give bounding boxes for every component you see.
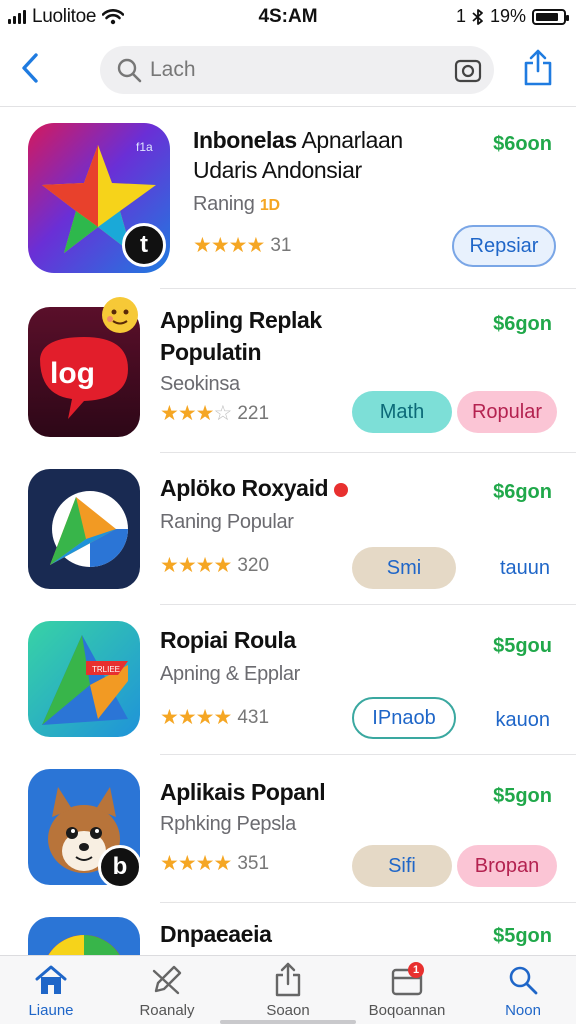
nav-bar xyxy=(0,40,576,104)
chevron-left-icon xyxy=(22,53,38,83)
list-item[interactable]: log Appling Replak Populatin Seokinsa ★★… xyxy=(0,289,576,453)
app-title: Ropiai Roula xyxy=(160,627,296,653)
app-title-light: Apnarlaan xyxy=(296,127,403,153)
search-bar[interactable] xyxy=(100,46,494,94)
app-title-bold: Inbonelas xyxy=(193,127,297,153)
tab-noon[interactable]: Noon xyxy=(468,962,576,1019)
repsiar-button[interactable]: Repsiar xyxy=(452,225,556,267)
list-item[interactable]: TRLIEE Ropiai Roula Apning & Epplar ★★★★… xyxy=(0,605,576,755)
battery-fill xyxy=(536,12,559,21)
app-price: $6oon xyxy=(493,133,552,155)
app-icon-play xyxy=(28,469,140,589)
app-title-line2: Populatin xyxy=(160,339,262,365)
rating-count: 431 xyxy=(237,706,270,728)
app-subtitle-text: Raning xyxy=(193,193,255,215)
bluetooth-icon xyxy=(472,8,483,25)
app-price: $6gon xyxy=(493,481,552,503)
math-tag[interactable]: Math xyxy=(352,391,452,433)
app-subtitle: Raning 1D xyxy=(193,193,280,216)
share-icon xyxy=(275,962,301,997)
tab-roanaly[interactable]: Roanaly xyxy=(112,962,222,1019)
app-subtitle: Seokinsa xyxy=(160,373,240,395)
search-icon xyxy=(117,58,142,83)
rating-count: 351 xyxy=(237,852,270,874)
kauon-link[interactable]: kauon xyxy=(496,709,551,732)
search-input[interactable] xyxy=(150,58,430,82)
tab-label: Roanaly xyxy=(139,1002,195,1019)
camera-button[interactable] xyxy=(454,56,482,84)
app-subtitle: Rphking Pepsla xyxy=(160,813,296,835)
list-item[interactable]: Dnpaeaeia $5gon xyxy=(0,903,576,955)
app-price: $6gon xyxy=(493,313,552,335)
list-item[interactable]: b Aplikais Popanl Rphking Pepsla ★★★★ 35… xyxy=(0,755,576,903)
search-icon xyxy=(509,966,538,995)
app-rating: ★★★☆ 221 xyxy=(160,401,269,426)
app-title: Inbonelas Apnarlaan xyxy=(193,125,403,155)
icon-text: TRLIEE xyxy=(92,665,120,674)
list-item[interactable]: Aplöko Roxyaid Raning Popular ★★★★ 320 $… xyxy=(0,453,576,605)
app-icon-wheel xyxy=(28,917,140,955)
svg-text:log: log xyxy=(50,357,95,390)
smi-tag[interactable]: Smi xyxy=(352,547,456,589)
list-item[interactable]: f1a t Inbonelas Apnarlaan Udaris Andonsi… xyxy=(0,107,576,289)
app-subtitle: Apning & Epplar xyxy=(160,663,301,685)
app-title: Dnpaeaeia xyxy=(160,921,272,947)
pen-icon xyxy=(152,965,182,995)
app-list: f1a t Inbonelas Apnarlaan Udaris Andonsi… xyxy=(0,107,576,955)
app-badge: b xyxy=(98,845,142,889)
rating-count: 31 xyxy=(270,234,292,256)
camera-icon xyxy=(454,59,482,83)
rating-stars: ★★★★ xyxy=(160,554,232,577)
tab-home[interactable]: Liaune xyxy=(0,962,106,1019)
app-title-line2: Udaris Andonsiar xyxy=(193,157,362,183)
battery-percent: 19% xyxy=(489,6,526,26)
rating-count: 221 xyxy=(237,402,270,424)
app-title: Aplöko Roxyaid xyxy=(160,473,349,503)
app-price: $5gon xyxy=(493,785,552,807)
home-icon xyxy=(35,965,67,994)
rating-stars: ★★★☆ xyxy=(160,402,232,425)
notification-badge: 1 xyxy=(408,962,424,978)
app-rating: ★★★★ 31 xyxy=(193,233,291,258)
app-rating: ★★★★ 351 xyxy=(160,851,269,876)
status-right: 1 19% xyxy=(455,6,569,27)
app-title: Aplikais Popanl xyxy=(160,779,326,805)
bropan-tag[interactable]: Bropan xyxy=(457,845,557,887)
sifi-tag[interactable]: Sifi xyxy=(352,845,452,887)
app-badge: t xyxy=(122,223,166,267)
tab-label: Boqoannan xyxy=(368,1002,446,1019)
app-subtitle: Raning Popular xyxy=(160,511,294,533)
rating-stars: ★★★★ xyxy=(160,706,232,729)
app-price: $5gou xyxy=(493,635,552,657)
tab-soaon[interactable]: Soaon xyxy=(233,962,343,1019)
back-button[interactable] xyxy=(14,48,46,88)
app-price: $5gon xyxy=(493,925,552,947)
emoji-face-icon xyxy=(102,297,138,333)
rating-stars: ★★★★ xyxy=(193,234,265,257)
subtitle-badge: 1D xyxy=(259,197,280,214)
tauun-link[interactable]: tauun xyxy=(500,557,550,580)
tab-label: Liaune xyxy=(28,1002,74,1019)
ipnaob-button[interactable]: IPnaob xyxy=(352,697,456,739)
ropular-tag[interactable]: Ropular xyxy=(457,391,557,433)
share-icon xyxy=(524,49,552,86)
verified-dot-icon xyxy=(334,482,349,497)
home-indicator xyxy=(220,1020,356,1024)
app-title-text: Aplöko Roxyaid xyxy=(160,475,329,501)
status-bar: Luolitoe 4S:AM 1 19% xyxy=(0,0,576,34)
location-icon: 1 xyxy=(455,6,466,26)
tab-bar: Liaune Roanaly Soaon 1 Boqoannan Noon xyxy=(0,955,576,1024)
rating-count: 320 xyxy=(237,554,270,576)
tab-boqoannan[interactable]: 1 Boqoannan xyxy=(352,962,462,1019)
app-title: Appling Replak xyxy=(160,307,322,333)
tab-label: Soaon xyxy=(266,1002,310,1019)
app-rating: ★★★★ 320 xyxy=(160,553,269,578)
app-icon-triangle: TRLIEE xyxy=(28,621,140,737)
svg-text:f1a: f1a xyxy=(136,140,153,154)
battery-icon xyxy=(532,8,569,25)
share-button[interactable] xyxy=(518,46,558,90)
app-rating: ★★★★ 431 xyxy=(160,705,269,730)
tab-label: Noon xyxy=(505,1002,541,1019)
rating-stars: ★★★★ xyxy=(160,852,232,875)
